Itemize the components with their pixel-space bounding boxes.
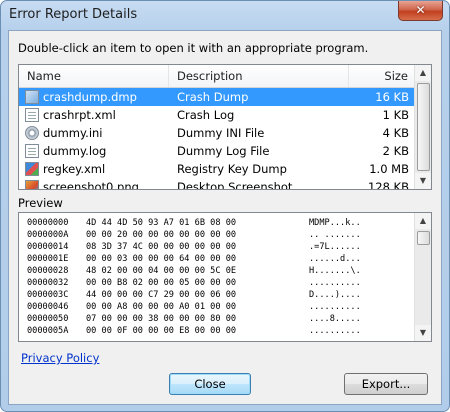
preview-scroll-thumb[interactable] xyxy=(417,231,430,245)
hex-bytes: 08 3D 37 4C 00 00 00 00 00 00 xyxy=(86,242,237,252)
file-size: 1 KB xyxy=(382,108,409,122)
hex-bytes: 00 00 B8 02 00 00 05 00 00 00 xyxy=(86,278,237,288)
hex-row: 0000003C 44 00 00 00 C7 29 00 00 06 00 D..… xyxy=(19,289,411,301)
hex-row: 00000014 08 3D 37 4C 00 00 00 00 00 00 .=7… xyxy=(19,241,411,253)
hex-offset: 00000000 xyxy=(27,218,69,228)
file-list[interactable]: Name Description Size crashdump.dmp Crash… xyxy=(18,64,432,190)
file-row[interactable]: crashdump.dmp Crash Dump 16 KB xyxy=(19,88,415,106)
file-description: Registry Key Dump xyxy=(177,162,287,176)
file-name: crashdump.dmp xyxy=(43,90,137,104)
close-button[interactable]: Close xyxy=(169,373,251,395)
file-row[interactable]: crashrpt.xml Crash Log 1 KB xyxy=(19,106,415,124)
column-header-description[interactable]: Description xyxy=(169,65,349,87)
column-header-size[interactable]: Size xyxy=(349,65,415,87)
hex-row: 0000001E 00 00 03 00 00 00 64 00 00 00...… xyxy=(19,253,411,265)
file-name: regkey.xml xyxy=(43,162,106,176)
hex-ascii: .......... xyxy=(309,302,361,312)
file-row[interactable]: dummy.ini Dummy INI File 4 KB xyxy=(19,124,415,142)
scroll-up-arrow-icon[interactable]: ▲ xyxy=(415,65,431,81)
preview-label: Preview xyxy=(18,196,63,210)
file-size: 4 KB xyxy=(382,126,409,140)
hex-ascii: ....8..... xyxy=(309,314,361,324)
dialog-body: Double-click an item to open it with an … xyxy=(8,30,442,405)
hex-offset: 00000050 xyxy=(27,314,69,324)
hex-offset: 0000003C xyxy=(27,290,69,300)
hex-offset: 0000005A xyxy=(27,326,69,336)
hex-row: 00000028 48 02 00 00 04 00 00 00 5C 0E H..… xyxy=(19,265,411,277)
hex-ascii: .......... xyxy=(309,278,361,288)
hex-ascii: .. ....... xyxy=(309,230,361,240)
text-file-icon xyxy=(25,144,39,158)
hex-bytes: 00 00 A8 00 00 00 A0 01 00 00 xyxy=(86,302,237,312)
file-name: dummy.log xyxy=(43,144,107,158)
scroll-thumb[interactable] xyxy=(417,83,430,171)
hex-preview[interactable]: 00000000 4D 44 4D 50 93 A7 01 6B 08 00 MDM… xyxy=(18,212,432,342)
hex-ascii: D....).... xyxy=(309,290,361,300)
file-description: Crash Dump xyxy=(177,90,249,104)
file-description: Dummy Log File xyxy=(177,144,270,158)
hex-row: 00000046 00 00 A8 00 00 00 A0 01 00 00...… xyxy=(19,301,411,313)
preview-scrollbar[interactable]: ▲ ▼ xyxy=(414,213,431,341)
column-header-name[interactable]: Name xyxy=(19,65,169,87)
file-row[interactable]: screenshot0.png Desktop Screenshot 128 KB xyxy=(19,178,415,190)
instruction-text: Double-click an item to open it with an … xyxy=(18,41,369,55)
hex-offset: 0000000A xyxy=(27,230,69,240)
close-icon: ✕ xyxy=(415,3,426,17)
file-size: 16 KB xyxy=(375,90,409,104)
preview-scroll-down-arrow-icon[interactable]: ▼ xyxy=(415,325,431,341)
file-size: 128 KB xyxy=(367,180,409,190)
registry-file-icon xyxy=(25,162,39,176)
hex-bytes: 00 00 03 00 00 00 64 00 00 00 xyxy=(86,254,237,264)
hex-row: 00000032 00 00 B8 02 00 00 05 00 00 00...… xyxy=(19,277,411,289)
file-name: crashrpt.xml xyxy=(43,108,116,122)
hex-bytes: 48 02 00 00 04 00 00 00 5C 0E xyxy=(86,266,237,276)
hex-ascii: MDMP...k.. xyxy=(309,218,361,228)
file-description: Desktop Screenshot xyxy=(177,180,293,190)
hex-bytes: 4D 44 4D 50 93 A7 01 6B 08 00 xyxy=(86,218,237,228)
hex-offset: 00000014 xyxy=(27,242,69,252)
error-report-window: Error Report Details ✕ Double-click an i… xyxy=(0,0,450,412)
xml-file-icon xyxy=(25,108,39,122)
hex-row: 0000005A 00 00 0F 00 00 00 E8 00 00 00...… xyxy=(19,325,411,337)
file-size: 2 KB xyxy=(382,144,409,158)
file-description: Crash Log xyxy=(177,108,235,122)
hex-bytes: 07 00 00 00 38 00 00 00 80 00 xyxy=(86,314,237,324)
dump-file-icon xyxy=(25,90,39,104)
hex-ascii: H.......\. xyxy=(309,266,361,276)
hex-offset: 0000001E xyxy=(27,254,69,264)
file-name: dummy.ini xyxy=(43,126,103,140)
file-description: Dummy INI File xyxy=(177,126,265,140)
hex-bytes: 00 00 0F 00 00 00 E8 00 00 00 xyxy=(86,326,237,336)
list-header: Name Description Size xyxy=(19,65,415,88)
hex-ascii: ......d... xyxy=(309,254,361,264)
hex-row: 0000000A 00 00 20 00 00 00 00 00 00 00 .. … xyxy=(19,229,411,241)
file-list-scrollbar[interactable]: ▲ ▼ xyxy=(414,65,431,189)
window-close-button[interactable]: ✕ xyxy=(398,1,443,21)
hex-offset: 00000032 xyxy=(27,278,69,288)
hex-ascii: .=7L...... xyxy=(309,242,361,252)
hex-row: 00000050 07 00 00 00 38 00 00 00 80 00...… xyxy=(19,313,411,325)
image-file-icon xyxy=(25,180,39,189)
hex-row: 00000000 4D 44 4D 50 93 A7 01 6B 08 00 MDM… xyxy=(19,217,411,229)
title-bar[interactable]: Error Report Details ✕ xyxy=(1,1,449,29)
hex-bytes: 00 00 20 00 00 00 00 00 00 00 xyxy=(86,230,237,240)
hex-offset: 00000028 xyxy=(27,266,69,276)
window-title: Error Report Details xyxy=(9,7,138,22)
settings-file-icon xyxy=(25,126,39,140)
file-size: 1.0 MB xyxy=(369,162,409,176)
hex-ascii: .......... xyxy=(309,326,361,336)
export-button[interactable]: Export... xyxy=(344,373,428,395)
file-row[interactable]: regkey.xml Registry Key Dump 1.0 MB xyxy=(19,160,415,178)
file-row[interactable]: dummy.log Dummy Log File 2 KB xyxy=(19,142,415,160)
file-name: screenshot0.png xyxy=(43,180,139,190)
preview-scroll-up-arrow-icon[interactable]: ▲ xyxy=(415,213,431,229)
privacy-policy-link[interactable]: Privacy Policy xyxy=(21,351,99,365)
hex-offset: 00000046 xyxy=(27,302,69,312)
hex-bytes: 44 00 00 00 C7 29 00 00 06 00 xyxy=(86,290,237,300)
scroll-down-arrow-icon[interactable]: ▼ xyxy=(415,173,431,189)
